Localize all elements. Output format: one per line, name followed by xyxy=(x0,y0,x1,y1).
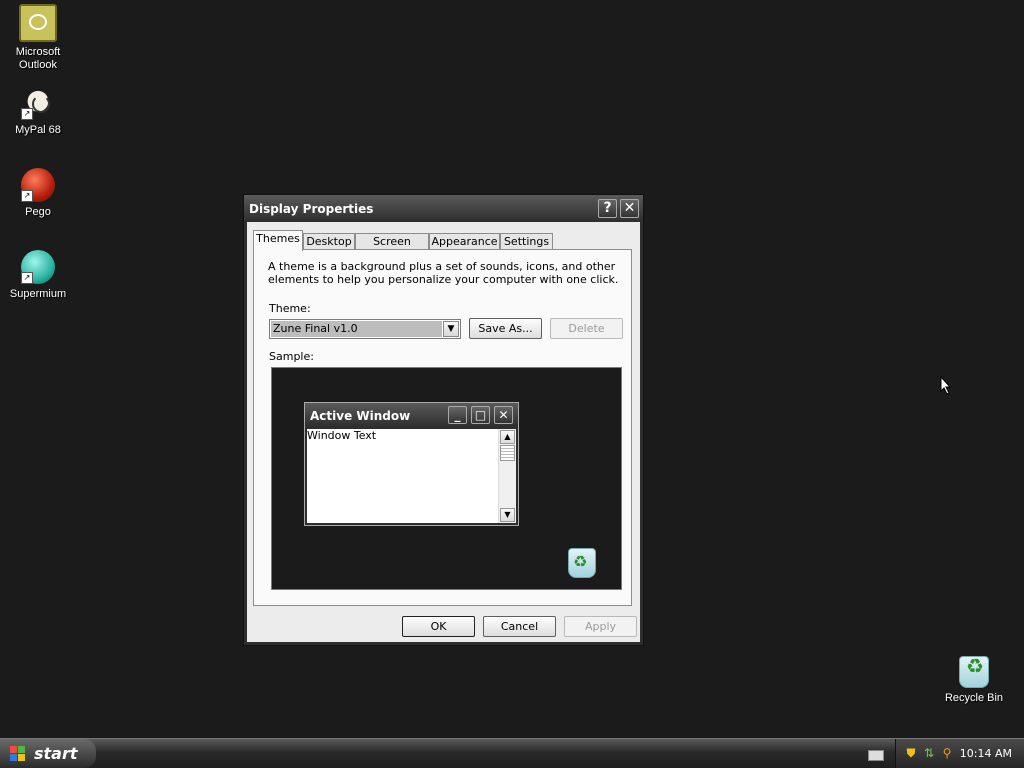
sample-label: Sample: xyxy=(269,350,314,363)
desktop-icon-recycle-bin[interactable]: Recycle Bin xyxy=(936,656,1012,705)
sample-active-window: Active Window _ □ ✕ Window Text ▲ ▼ xyxy=(304,402,519,526)
save-as-button[interactable]: Save As... xyxy=(469,318,542,339)
supermium-icon: ↗ xyxy=(21,250,55,284)
delete-button[interactable]: Delete xyxy=(550,318,623,339)
theme-select-value: Zune Final v1.0 xyxy=(271,321,442,337)
sample-window-body: Window Text ▲ ▼ xyxy=(307,429,516,523)
sample-title-bar: Active Window _ □ ✕ xyxy=(305,403,518,427)
desktop-icon-label: Recycle Bin xyxy=(944,692,1004,704)
sample-scrollbar: ▲ ▼ xyxy=(498,429,516,523)
search-icon[interactable]: ⚲ xyxy=(940,746,954,760)
themes-panel: A theme is a background plus a set of so… xyxy=(253,249,632,606)
sample-window-title: Active Window xyxy=(310,409,411,423)
dialog-client-area: Themes Desktop Screen Saver Appearance S… xyxy=(247,222,640,642)
window-title: Display Properties xyxy=(249,202,374,216)
display-properties-window: Display Properties ? ✕ Themes Desktop Sc… xyxy=(243,194,644,646)
tab-appearance[interactable]: Appearance xyxy=(429,233,500,250)
windows-logo-icon xyxy=(10,746,26,762)
tab-desktop[interactable]: Desktop xyxy=(303,233,355,250)
ok-button[interactable]: OK xyxy=(402,616,475,637)
mouse-cursor-icon xyxy=(940,376,952,395)
title-bar[interactable]: Display Properties ? ✕ xyxy=(244,195,643,222)
recycle-bin-icon xyxy=(959,656,989,688)
sample-window-text: Window Text xyxy=(307,429,377,442)
shortcut-arrow-icon: ↗ xyxy=(21,190,33,202)
scroll-down-icon: ▼ xyxy=(500,508,515,522)
keyboard-language-icon[interactable] xyxy=(868,750,884,761)
tab-themes[interactable]: Themes xyxy=(253,230,303,251)
start-button[interactable]: start xyxy=(0,739,96,768)
help-button[interactable]: ? xyxy=(598,199,617,218)
taskbar: start ⛊ ⇅ ⚲ 10:14 AM xyxy=(0,738,1024,768)
cancel-button[interactable]: Cancel xyxy=(483,616,556,637)
clock[interactable]: 10:14 AM xyxy=(960,747,1012,760)
mypal-icon: ↗ xyxy=(21,86,55,120)
network-icon[interactable]: ⇅ xyxy=(922,746,936,760)
close-button[interactable]: ✕ xyxy=(620,199,639,218)
outlook-icon xyxy=(19,4,57,42)
desktop-icon-mypal[interactable]: ↗ MyPal 68 xyxy=(0,86,76,137)
desktop-icon-label: Supermium xyxy=(9,288,67,300)
shortcut-arrow-icon: ↗ xyxy=(21,108,33,120)
minimize-icon: _ xyxy=(448,406,467,424)
start-label: start xyxy=(34,744,78,763)
desktop-icon-outlook[interactable]: Microsoft Outlook xyxy=(0,4,76,72)
chevron-down-icon[interactable]: ▼ xyxy=(443,321,459,337)
desktop-icon-label: Microsoft Outlook xyxy=(15,46,61,71)
pego-icon: ↗ xyxy=(21,168,55,202)
tab-settings[interactable]: Settings xyxy=(500,233,553,250)
theme-sample-preview: Active Window _ □ ✕ Window Text ▲ ▼ xyxy=(271,367,622,590)
sample-recycle-bin-icon xyxy=(568,548,596,578)
theme-description: A theme is a background plus a set of so… xyxy=(268,260,619,286)
desktop-icon-label: Pego xyxy=(25,206,51,218)
scroll-up-icon: ▲ xyxy=(500,430,515,444)
security-shield-icon[interactable]: ⛊ xyxy=(904,746,918,760)
scroll-thumb xyxy=(500,445,515,461)
system-tray: ⛊ ⇅ ⚲ 10:14 AM xyxy=(895,739,1024,768)
desktop-icon-label: MyPal 68 xyxy=(15,124,61,136)
theme-select[interactable]: Zune Final v1.0 ▼ xyxy=(269,319,461,339)
theme-label: Theme: xyxy=(269,302,311,315)
apply-button[interactable]: Apply xyxy=(564,616,637,637)
shortcut-arrow-icon: ↗ xyxy=(21,272,33,284)
tab-screen-saver[interactable]: Screen Saver xyxy=(355,233,429,263)
desktop-icon-supermium[interactable]: ↗ Supermium xyxy=(0,250,76,301)
desktop-icon-pego[interactable]: ↗ Pego xyxy=(0,168,76,219)
close-icon: ✕ xyxy=(494,406,513,424)
maximize-icon: □ xyxy=(471,406,490,424)
